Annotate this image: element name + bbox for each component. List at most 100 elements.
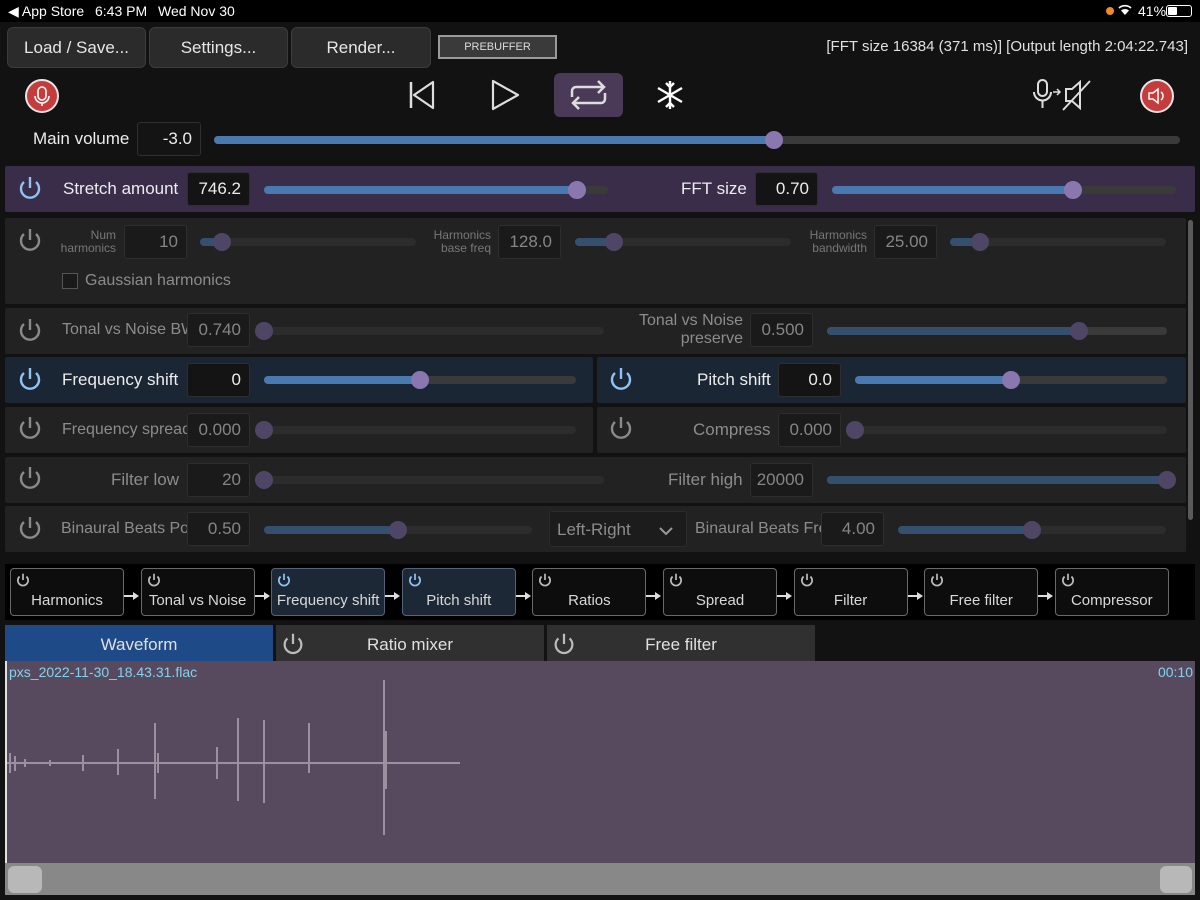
stretch-power-icon[interactable] bbox=[16, 174, 44, 202]
chain-item-compressor[interactable]: Compressor bbox=[1054, 568, 1169, 616]
fft-size-value[interactable]: 0.70 bbox=[755, 172, 818, 206]
chain-item-frequency-shift[interactable]: Frequency shift bbox=[271, 568, 386, 616]
power-icon[interactable] bbox=[407, 572, 423, 588]
gaussian-harmonics-checkbox[interactable] bbox=[62, 273, 78, 289]
filter-low-value[interactable]: 20 bbox=[187, 463, 250, 497]
chain-item-harmonics[interactable]: Harmonics bbox=[10, 568, 124, 616]
slider-thumb[interactable] bbox=[568, 181, 587, 199]
skip-to-start-button[interactable] bbox=[402, 77, 442, 113]
harmonics-bandwidth-value[interactable]: 25.00 bbox=[874, 225, 937, 259]
num-harmonics-value[interactable]: 10 bbox=[124, 225, 187, 259]
power-icon[interactable] bbox=[668, 572, 684, 588]
parameters-scrollbar[interactable] bbox=[1188, 220, 1193, 520]
frequency-spread-slider[interactable] bbox=[255, 421, 576, 439]
tab-waveform[interactable]: Waveform bbox=[5, 625, 273, 661]
load-save-button[interactable]: Load / Save... bbox=[7, 27, 146, 68]
tonal-noise-bw-value[interactable]: 0.740 bbox=[187, 313, 250, 347]
frequency-shift-value[interactable]: 0 bbox=[187, 363, 250, 397]
waveform-scrollbar[interactable] bbox=[5, 863, 1195, 895]
chain-item-free-filter[interactable]: Free filter bbox=[924, 568, 1039, 616]
slider-thumb[interactable] bbox=[255, 421, 273, 439]
slider-thumb[interactable] bbox=[1023, 521, 1041, 539]
chain-item-label: Spread bbox=[695, 592, 745, 609]
frequency-spread-value[interactable]: 0.000 bbox=[187, 413, 250, 447]
stretch-amount-slider[interactable] bbox=[264, 181, 608, 199]
power-icon[interactable] bbox=[929, 572, 945, 588]
chain-item-ratios[interactable]: Ratios bbox=[532, 568, 647, 616]
slider-thumb[interactable] bbox=[846, 421, 864, 439]
fft-size-slider[interactable] bbox=[832, 181, 1176, 199]
mic-passthrough-mute-button[interactable] bbox=[1030, 77, 1094, 113]
record-mic-button[interactable] bbox=[25, 79, 59, 113]
slider-thumb[interactable] bbox=[411, 371, 429, 389]
power-icon[interactable] bbox=[146, 572, 162, 588]
back-to-app-store[interactable]: ◀ App Store bbox=[8, 3, 84, 20]
num-harmonics-slider[interactable] bbox=[200, 233, 416, 251]
speaker-output-button[interactable] bbox=[1140, 79, 1174, 113]
harmonics-base-freq-value[interactable]: 128.0 bbox=[498, 225, 561, 259]
pitch-shift-power-icon[interactable] bbox=[607, 365, 635, 393]
play-button[interactable] bbox=[485, 77, 525, 113]
binaural-power-icon[interactable] bbox=[16, 514, 44, 542]
stretch-amount-value[interactable]: 746.2 bbox=[187, 172, 250, 206]
scroll-handle-left[interactable] bbox=[8, 866, 42, 893]
tab-free-filter[interactable]: Free filter bbox=[547, 625, 815, 661]
harmonics-power-icon[interactable] bbox=[16, 226, 44, 254]
slider-thumb[interactable] bbox=[255, 322, 273, 340]
chain-item-filter[interactable]: Filter bbox=[793, 568, 908, 616]
ratio-mixer-power-icon[interactable] bbox=[280, 631, 306, 657]
main-volume-value[interactable]: -3.0 bbox=[137, 122, 201, 156]
filter-high-slider[interactable] bbox=[827, 471, 1176, 489]
binaural-power-slider[interactable] bbox=[264, 521, 532, 539]
filter-low-slider[interactable] bbox=[255, 471, 604, 489]
main-volume-slider[interactable] bbox=[214, 131, 1180, 149]
harmonics-bandwidth-slider[interactable] bbox=[950, 233, 1166, 251]
compress-value[interactable]: 0.000 bbox=[778, 413, 841, 447]
waveform-view[interactable]: pxs_2022-11-30_18.43.31.flac 00:10 bbox=[5, 661, 1195, 863]
settings-button[interactable]: Settings... bbox=[149, 27, 288, 68]
prebuffer-button[interactable]: PREBUFFER bbox=[438, 35, 557, 59]
scroll-handle-right[interactable] bbox=[1160, 866, 1192, 893]
render-button[interactable]: Render... bbox=[291, 27, 431, 68]
tonal-noise-bw-slider[interactable] bbox=[255, 322, 604, 340]
binaural-freq-value[interactable]: 4.00 bbox=[821, 512, 884, 546]
slider-thumb[interactable] bbox=[212, 233, 231, 251]
slider-thumb[interactable] bbox=[604, 233, 623, 251]
free-filter-power-icon[interactable] bbox=[551, 631, 577, 657]
tonal-noise-power-icon[interactable] bbox=[16, 316, 44, 344]
compress-power-icon[interactable] bbox=[607, 414, 635, 442]
tonal-noise-preserve-slider[interactable] bbox=[827, 322, 1167, 340]
loop-button[interactable] bbox=[554, 73, 623, 117]
chain-item-pitch-shift[interactable]: Pitch shift bbox=[401, 568, 516, 616]
binaural-power-value[interactable]: 0.50 bbox=[187, 512, 250, 546]
pitch-shift-slider[interactable] bbox=[855, 371, 1167, 389]
chain-item-spread[interactable]: Spread bbox=[663, 568, 777, 616]
power-icon[interactable] bbox=[1060, 572, 1076, 588]
power-icon[interactable] bbox=[537, 572, 553, 588]
tonal-noise-preserve-value[interactable]: 0.500 bbox=[750, 313, 813, 347]
slider-thumb[interactable] bbox=[765, 131, 784, 149]
freeze-button[interactable] bbox=[652, 77, 688, 113]
compress-slider[interactable] bbox=[846, 421, 1167, 439]
slider-thumb[interactable] bbox=[1069, 322, 1088, 340]
slider-thumb[interactable] bbox=[1063, 181, 1082, 199]
frequency-spread-power-icon[interactable] bbox=[16, 414, 44, 442]
binaural-freq-slider[interactable] bbox=[898, 521, 1166, 539]
slider-thumb[interactable] bbox=[1002, 371, 1020, 389]
slider-thumb[interactable] bbox=[255, 471, 273, 489]
pitch-shift-value[interactable]: 0.0 bbox=[778, 363, 841, 397]
tab-ratio-mixer[interactable]: Ratio mixer bbox=[276, 625, 544, 661]
frequency-shift-slider[interactable] bbox=[264, 371, 576, 389]
binaural-mode-select[interactable]: Left-Right bbox=[549, 511, 687, 547]
power-icon[interactable] bbox=[799, 572, 815, 588]
filter-high-value[interactable]: 20000 bbox=[750, 463, 813, 497]
speaker-icon bbox=[1148, 87, 1164, 105]
power-icon[interactable] bbox=[15, 572, 31, 588]
frequency-shift-power-icon[interactable] bbox=[16, 365, 44, 393]
chain-item-tonal-vs-noise[interactable]: Tonal vs Noise bbox=[140, 568, 255, 616]
power-icon[interactable] bbox=[276, 572, 292, 588]
slider-thumb[interactable] bbox=[1158, 471, 1176, 489]
filter-power-icon[interactable] bbox=[16, 464, 44, 492]
harmonics-base-freq-slider[interactable] bbox=[575, 233, 791, 251]
slider-thumb[interactable] bbox=[389, 521, 407, 539]
